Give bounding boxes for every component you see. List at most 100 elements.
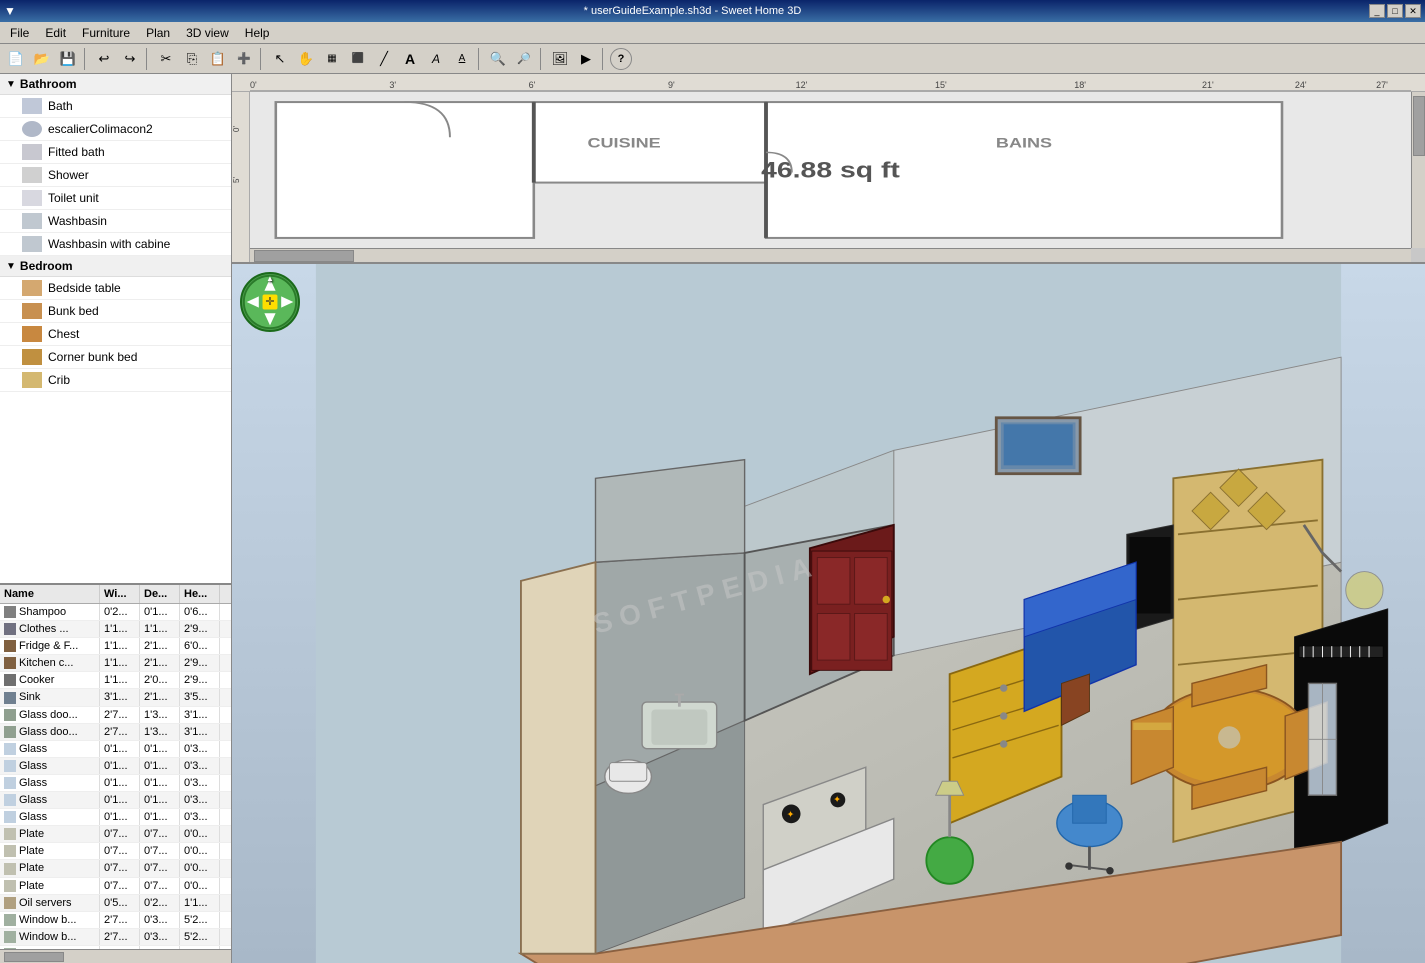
add-furniture-button[interactable]: ➕ [232, 47, 256, 71]
tree-item-cornerbunk[interactable]: Corner bunk bed [0, 346, 231, 369]
create-walls-button[interactable]: ▦ [320, 47, 344, 71]
item-label: Chest [48, 327, 79, 341]
menu-file[interactable]: File [2, 24, 37, 42]
zoom-out-button[interactable]: 🔎 [512, 47, 536, 71]
video-button[interactable]: ▶ [574, 47, 598, 71]
tree-item-bedside[interactable]: Bedside table [0, 277, 231, 300]
create-polyline-button[interactable]: ╱ [372, 47, 396, 71]
table-row[interactable]: Plate0'7...0'7...0'0... [0, 860, 231, 877]
table-row[interactable]: Glass0'1...0'1...0'3... [0, 792, 231, 809]
table-row[interactable]: Plate0'7...0'7...0'0... [0, 878, 231, 895]
redo-button[interactable]: ↪ [118, 47, 142, 71]
save-button[interactable]: 💾 [56, 47, 80, 71]
tree-item-fittedbath[interactable]: Fitted bath [0, 141, 231, 164]
cell-width: 1'1... [100, 638, 140, 654]
table-row[interactable]: Plate0'7...0'7...0'0... [0, 843, 231, 860]
window-controls[interactable]: _ □ ✕ [1369, 4, 1421, 18]
close-button[interactable]: ✕ [1405, 4, 1421, 18]
bedside-icon [22, 280, 42, 296]
tree-item-bath[interactable]: Bath [0, 95, 231, 118]
cell-depth: 1'3... [140, 707, 180, 723]
furniture-tree[interactable]: ▼ Bathroom Bath escalierColimacon2 Fitte… [0, 74, 231, 583]
cell-width: 0'1... [100, 741, 140, 757]
cell-height: 3'5... [180, 689, 220, 705]
text-style-button[interactable]: A [424, 47, 448, 71]
menu-furniture[interactable]: Furniture [74, 24, 138, 42]
minimize-button[interactable]: _ [1369, 4, 1385, 18]
open-button[interactable]: 📂 [30, 47, 54, 71]
cell-width: 1'1... [100, 655, 140, 671]
import-image-button[interactable]: 🖼 [548, 47, 572, 71]
maximize-button[interactable]: □ [1387, 4, 1403, 18]
table-row[interactable]: Shampoo0'2...0'1...0'6... [0, 604, 231, 621]
3d-view[interactable]: ✛ ▲ SOFTPEDIA [232, 264, 1425, 963]
cell-name: Plate [0, 843, 100, 859]
cell-name: Glass [0, 758, 100, 774]
cell-depth: 0'3... [140, 929, 180, 945]
cell-width: 0'1... [100, 758, 140, 774]
category-bathroom[interactable]: ▼ Bathroom [0, 74, 231, 95]
tree-item-crib[interactable]: Crib [0, 369, 231, 392]
undo-button[interactable]: ↩ [92, 47, 116, 71]
floorplan-hscrollbar[interactable] [250, 248, 1411, 262]
text-style2-button[interactable]: A [450, 47, 474, 71]
table-row[interactable]: Clothes ...1'1...1'1...2'9... [0, 621, 231, 638]
cell-width: 2'7... [100, 912, 140, 928]
table-row[interactable]: Glass0'1...0'1...0'3... [0, 809, 231, 826]
tree-item-washbasin-cabinet[interactable]: Washbasin with cabine [0, 233, 231, 256]
cut-button[interactable]: ✂ [154, 47, 178, 71]
tree-item-toilet[interactable]: Toilet unit [0, 187, 231, 210]
copy-button[interactable]: ⎘ [180, 47, 204, 71]
table-row[interactable]: Kitchen c...1'1...2'1...2'9... [0, 655, 231, 672]
cell-depth: 0'1... [140, 775, 180, 791]
tree-item-chest[interactable]: Chest [0, 323, 231, 346]
table-row[interactable]: Fridge & F...1'1...2'1...6'0... [0, 638, 231, 655]
cell-width: 0'2... [100, 604, 140, 620]
cell-depth: 2'0... [140, 672, 180, 688]
menu-edit[interactable]: Edit [37, 24, 74, 42]
category-bedroom[interactable]: ▼ Bedroom [0, 256, 231, 277]
ruler-left: 0' 5' [232, 92, 250, 262]
tree-item-washbasin[interactable]: Washbasin [0, 210, 231, 233]
pan-button[interactable]: ✋ [294, 47, 318, 71]
floorplan-vscrollbar[interactable] [1411, 92, 1425, 248]
table-row[interactable]: Sink3'1...2'1...3'5... [0, 689, 231, 706]
cell-name: Glass [0, 741, 100, 757]
bunkbed-icon [22, 303, 42, 319]
titlebar: ▼ * userGuideExample.sh3d - Sweet Home 3… [0, 0, 1425, 22]
table-row[interactable]: Cooker1'1...2'0...2'9... [0, 672, 231, 689]
svg-text:BAINS: BAINS [996, 135, 1052, 151]
cell-width: 0'7... [100, 878, 140, 894]
create-text-button[interactable]: A [398, 47, 422, 71]
table-row[interactable]: Glass doo...2'7...1'3...3'1... [0, 707, 231, 724]
floorplan-area[interactable]: 0' 3' 6' 9' 12' 15' 18' 21' 24' 27' 0' 5… [232, 74, 1425, 264]
new-button[interactable]: 📄 [4, 47, 28, 71]
cell-name: Clothes ... [0, 621, 100, 637]
menu-help[interactable]: Help [237, 24, 278, 42]
navigation-widget[interactable]: ✛ ▲ [240, 272, 300, 332]
menu-plan[interactable]: Plan [138, 24, 178, 42]
table-row[interactable]: Oil servers0'5...0'2...1'1... [0, 895, 231, 912]
table-row[interactable]: Glass0'1...0'1...0'3... [0, 775, 231, 792]
zoom-in-button[interactable]: 🔍 [486, 47, 510, 71]
item-label: Washbasin with cabine [48, 237, 170, 251]
table-row[interactable]: Glass doo...2'7...1'3...3'1... [0, 724, 231, 741]
tree-item-shower[interactable]: Shower [0, 164, 231, 187]
tree-item-bunkbed[interactable]: Bunk bed [0, 300, 231, 323]
cell-height: 5'2... [180, 912, 220, 928]
floorplan-content[interactable]: CUISINE BAINS 46.88 sq ft [250, 92, 1411, 248]
table-hscrollbar[interactable] [0, 949, 231, 963]
table-row[interactable]: Window b...2'7...0'3...5'2... [0, 929, 231, 946]
help-button[interactable]: ? [610, 48, 632, 70]
table-row[interactable]: Window b...2'7...0'3...5'2... [0, 912, 231, 929]
select-button[interactable]: ↖ [268, 47, 292, 71]
menu-3dview[interactable]: 3D view [178, 24, 237, 42]
table-row[interactable]: Plate0'7...0'7...0'0... [0, 826, 231, 843]
table-row[interactable]: Glass0'1...0'1...0'3... [0, 741, 231, 758]
table-body[interactable]: Shampoo0'2...0'1...0'6...Clothes ...1'1.… [0, 604, 231, 949]
table-row[interactable]: Glass0'1...0'1...0'3... [0, 758, 231, 775]
paste-button[interactable]: 📋 [206, 47, 230, 71]
cell-depth: 2'1... [140, 689, 180, 705]
create-rooms-button[interactable]: ⬛ [346, 47, 370, 71]
tree-item-escalier[interactable]: escalierColimacon2 [0, 118, 231, 141]
